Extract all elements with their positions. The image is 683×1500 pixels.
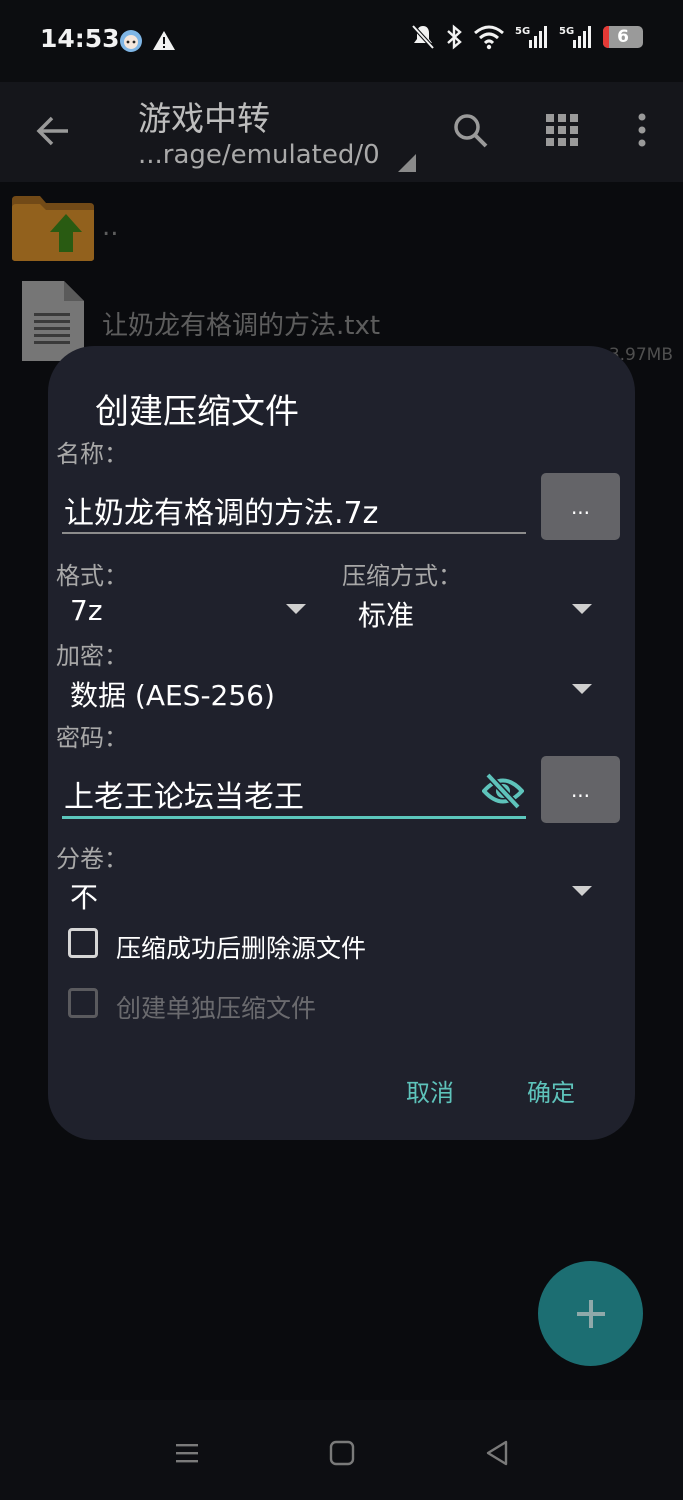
- separate-archive-label: 创建单独压缩文件: [116, 994, 317, 1023]
- format-label: 格式：: [56, 562, 128, 590]
- encryption-select[interactable]: 数据 (AES-256): [70, 674, 275, 714]
- status-bar: 14:53 5G 5G 6: [0, 0, 683, 82]
- status-time: 14:53: [40, 24, 120, 53]
- name-underline: [62, 532, 526, 534]
- compression-method-select[interactable]: 标准: [358, 594, 414, 634]
- plus-icon: [576, 1299, 605, 1328]
- create-archive-dialog: 创建压缩文件 名称： 让奶龙有格调的方法.7z ... 格式： 7z 压缩方式：…: [48, 346, 635, 1140]
- password-label: 密码：: [56, 724, 128, 752]
- add-fab-button[interactable]: [538, 1261, 643, 1366]
- network-label: 5G: [515, 26, 530, 37]
- name-more-button[interactable]: ...: [541, 473, 620, 540]
- encryption-label: 加密：: [56, 642, 128, 670]
- signal-5g-icon: 5G: [559, 26, 591, 48]
- search-icon[interactable]: [450, 110, 490, 150]
- delete-source-checkbox[interactable]: [68, 928, 98, 958]
- signal-5g-icon: 5G: [515, 26, 547, 48]
- split-label: 分卷：: [56, 845, 128, 873]
- compression-method-label: 压缩方式：: [342, 562, 462, 590]
- format-dropdown-icon[interactable]: [286, 604, 306, 614]
- status-right-icons: 5G 5G 6: [411, 24, 643, 50]
- battery-fill: [603, 26, 609, 48]
- app-avatar-icon: [120, 30, 142, 52]
- path-dropdown-caret-icon[interactable]: [398, 154, 416, 172]
- back-arrow-icon[interactable]: [30, 108, 76, 154]
- archive-name-input[interactable]: 让奶龙有格调的方法.7z: [64, 488, 378, 532]
- password-input[interactable]: 上老王论坛当老王: [64, 772, 304, 816]
- cancel-button[interactable]: 取消: [406, 1073, 454, 1108]
- home-square-icon[interactable]: [327, 1438, 357, 1468]
- network-label: 5G: [559, 26, 574, 37]
- encryption-dropdown-icon[interactable]: [572, 684, 592, 694]
- dialog-title: 创建压缩文件: [95, 392, 299, 432]
- format-select[interactable]: 7z: [70, 594, 103, 627]
- method-dropdown-icon[interactable]: [572, 604, 592, 614]
- confirm-button[interactable]: 确定: [527, 1073, 575, 1108]
- back-triangle-icon[interactable]: [482, 1438, 512, 1468]
- wifi-icon: [474, 25, 504, 50]
- split-volume-select[interactable]: 不: [70, 876, 98, 916]
- split-dropdown-icon[interactable]: [572, 886, 592, 896]
- bluetooth-icon: [447, 24, 462, 50]
- app-bar: 游戏中转 ...rage/emulated/0: [0, 82, 683, 182]
- name-label: 名称：: [56, 440, 128, 468]
- battery-level: 6: [617, 27, 629, 47]
- password-more-button[interactable]: ...: [541, 756, 620, 823]
- mute-bell-icon: [411, 24, 435, 50]
- status-left-icons: [118, 28, 176, 54]
- grid-view-icon[interactable]: [542, 110, 582, 150]
- visibility-off-icon[interactable]: [482, 772, 524, 810]
- page-title: 游戏中转: [138, 99, 270, 138]
- path-breadcrumb[interactable]: ...rage/emulated/0: [138, 140, 380, 170]
- more-vert-icon[interactable]: [622, 110, 662, 150]
- separate-archive-checkbox: [68, 988, 98, 1018]
- delete-source-label[interactable]: 压缩成功后删除源文件: [116, 929, 366, 965]
- system-nav-bar: [0, 1400, 683, 1500]
- recents-menu-icon[interactable]: [172, 1438, 202, 1468]
- password-underline: [62, 816, 526, 819]
- warning-icon: [153, 31, 175, 50]
- battery-icon: 6: [603, 26, 643, 48]
